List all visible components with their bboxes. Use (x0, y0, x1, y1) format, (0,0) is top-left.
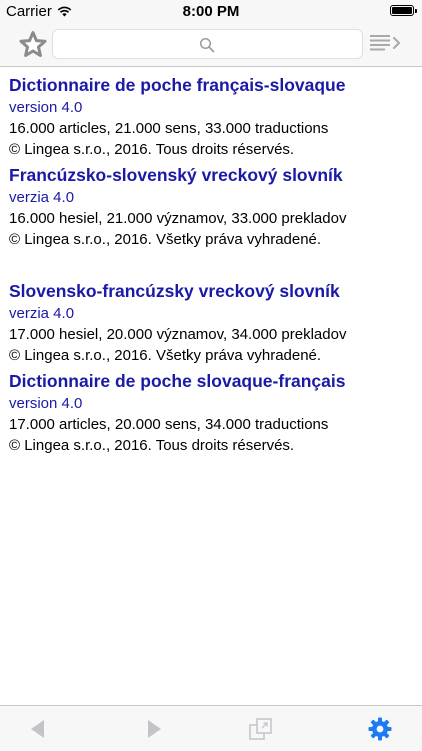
star-icon[interactable] (16, 28, 50, 62)
dictionary-stats: 16.000 hesiel, 21.000 významov, 33.000 p… (9, 210, 347, 227)
dictionary-version: verzia 4.0 (9, 305, 75, 322)
dictionary-version: verzia 4.0 (9, 189, 75, 206)
windows-icon[interactable] (248, 716, 274, 742)
dictionary-copyright: © Lingea s.r.o., 2016. Všetky práva vyhr… (9, 347, 322, 364)
search-field[interactable] (52, 29, 363, 59)
status-time: 8:00 PM (182, 3, 240, 20)
list-item[interactable]: Francúzsko-slovenský vreckový slovník ve… (9, 163, 422, 250)
list-item[interactable]: Slovensko-francúzsky vreckový slovník ve… (9, 279, 422, 366)
gear-icon[interactable] (367, 716, 393, 742)
back-icon[interactable] (25, 716, 51, 742)
list-arrow-icon[interactable] (369, 32, 403, 56)
dictionary-list: Dictionnaire de poche français-slovaque … (0, 67, 422, 456)
magnifier-icon (199, 37, 215, 53)
bottom-toolbar (0, 705, 422, 751)
forward-icon[interactable] (141, 716, 167, 742)
dictionary-stats: 17.000 articles, 20.000 sens, 34.000 tra… (9, 416, 329, 433)
dictionary-version: version 4.0 (9, 99, 83, 116)
dictionary-title[interactable]: Slovensko-francúzsky vreckový slovník (9, 279, 422, 303)
dictionary-stats: 17.000 hesiel, 20.000 významov, 34.000 p… (9, 326, 347, 343)
dictionary-copyright: © Lingea s.r.o., 2016. Tous droits réser… (9, 437, 295, 454)
dictionary-title[interactable]: Francúzsko-slovenský vreckový slovník (9, 163, 422, 187)
battery-icon (390, 5, 417, 16)
top-toolbar (0, 22, 422, 67)
dictionary-copyright: © Lingea s.r.o., 2016. Všetky práva vyhr… (9, 231, 322, 248)
dictionary-copyright: © Lingea s.r.o., 2016. Tous droits réser… (9, 141, 295, 158)
dictionary-title[interactable]: Dictionnaire de poche slovaque-français (9, 369, 422, 393)
list-item[interactable]: Dictionnaire de poche slovaque-français … (9, 369, 422, 456)
dictionary-version: version 4.0 (9, 395, 83, 412)
dictionary-stats: 16.000 articles, 21.000 sens, 33.000 tra… (9, 120, 329, 137)
status-bar: Carrier 8:00 PM (0, 0, 422, 22)
dictionary-title[interactable]: Dictionnaire de poche français-slovaque (9, 73, 422, 97)
list-item[interactable]: Dictionnaire de poche français-slovaque … (9, 73, 422, 160)
